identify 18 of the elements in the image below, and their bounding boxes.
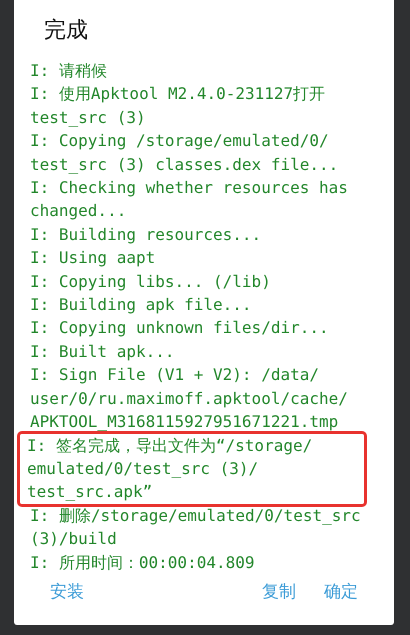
- dialog-button[interactable]: 复制: [248, 574, 310, 609]
- log-entry: I: Sign File (V1 + V2): /data/ user/0/ru.maximoff.apktool/cache/ APKTOOL_M3168115927951671221.tmp: [29, 364, 349, 434]
- log-entry: I: 使用Apktool M2.4.0-231127打开 test_src (3): [29, 83, 326, 129]
- log-entry: I: 所用时间：00:00:04.809: [29, 552, 256, 574]
- dialog-button[interactable]: 安装: [36, 574, 98, 609]
- dialog-title: 完成: [44, 17, 88, 45]
- log-entry: I: Building apk file...: [29, 294, 253, 316]
- dialog-button[interactable]: 确定: [310, 574, 372, 609]
- log-entry: I: 请稍候: [29, 60, 108, 82]
- highlighted-log-entry: I: 签名完成，导出文件为“/storage/ emulated/0/test_src (3)/ test_src.apk”: [17, 430, 367, 507]
- log-entry: I: Building resources...: [29, 224, 262, 246]
- log-entry: I: 删除/storage/emulated/0/test_src (3)/build: [29, 504, 362, 550]
- log-entry: I: Built apk...: [29, 340, 176, 363]
- log-entry: I: Checking whether resources has changed...: [29, 177, 349, 222]
- log-entry: I: Using aapt: [29, 247, 156, 270]
- log-entry: I: Copying libs... (/lib): [29, 270, 272, 293]
- log-entry: I: Copying /storage/emulated/0/ test_src (3) classes.dex file...: [29, 130, 340, 176]
- log-entry: I: Copying unknown files/dir...: [29, 317, 330, 340]
